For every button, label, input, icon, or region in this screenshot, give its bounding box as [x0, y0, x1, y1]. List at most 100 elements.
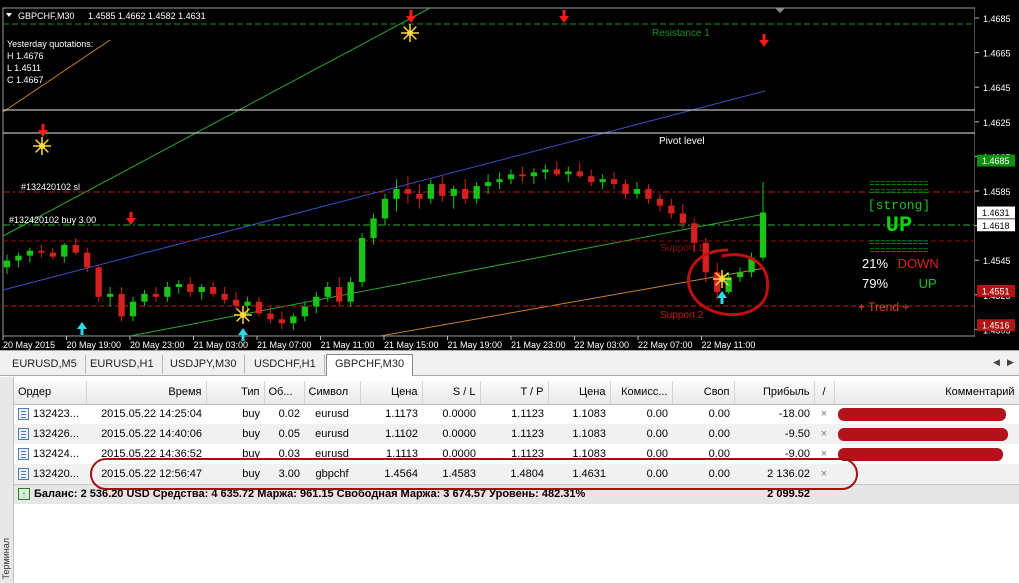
price-axis-label: 1.4585	[983, 187, 1011, 197]
col-time[interactable]: Время	[86, 381, 207, 405]
sell-arrow-icon-stem	[762, 34, 766, 41]
signal-dots-top-2: ===========	[869, 187, 929, 197]
col-volume[interactable]: Об...	[264, 381, 305, 405]
terminal-panel: Терминал Ордер Время Тип Об... Символ Це…	[0, 377, 1019, 583]
order-commission: 0.00	[610, 464, 672, 484]
close-order-icon[interactable]: ×	[821, 468, 827, 480]
time-axis-label: 20 May 2015	[3, 340, 55, 350]
order-icon	[18, 467, 29, 480]
candle-body	[72, 244, 79, 253]
col-profit[interactable]: Прибыль	[734, 381, 815, 405]
candle-body	[49, 252, 56, 257]
signal-panel: =========== =========== [strong] UP ====…	[856, 180, 942, 256]
order-tp: 1.1123	[480, 404, 548, 424]
candle-body	[668, 205, 675, 214]
time-axis-label: 21 May 19:00	[448, 340, 503, 350]
tab-gbpchf-m30[interactable]: GBPCHF,M30	[326, 354, 414, 376]
order-time: 2015.05.22 12:56:47	[86, 464, 206, 484]
close-order-icon[interactable]: ×	[821, 408, 827, 420]
table-row[interactable]: 132424... 2015.05.22 14:36:52 buy 0.03 e…	[14, 444, 1019, 464]
order-commission: 0.00	[610, 444, 672, 464]
pivot-label: Pivot level	[659, 136, 705, 147]
sell-arrow-icon-stem	[41, 124, 45, 131]
col-symbol[interactable]: Символ	[304, 381, 361, 405]
tabs-scroll-right-icon[interactable]: ▶	[1007, 357, 1014, 368]
order-id: 132426...	[33, 427, 79, 440]
col-cur-price[interactable]: Цена	[548, 381, 611, 405]
candle-body	[244, 301, 251, 306]
order-id: 132424...	[33, 447, 79, 460]
candle-body	[656, 198, 664, 206]
table-row[interactable]: 132423... 2015.05.22 14:25:04 buy 0.02 e…	[14, 404, 1019, 424]
table-row[interactable]: 132426... 2015.05.22 14:40:06 buy 0.05 e…	[14, 424, 1019, 444]
order-sl: 0.0000	[422, 404, 480, 424]
redacted-comment	[838, 447, 1003, 461]
col-tp[interactable]: T / P	[480, 381, 549, 405]
price-axis-label: 1.4545	[983, 256, 1011, 266]
candle-body	[347, 282, 354, 302]
order-symbol: eurusd	[304, 444, 360, 464]
candle-body	[496, 179, 503, 183]
candle-body	[26, 250, 34, 256]
col-type[interactable]: Тип	[206, 381, 265, 405]
col-sep: /	[814, 381, 835, 405]
candle-body	[61, 244, 68, 257]
order-swap: 0.00	[672, 464, 734, 484]
order-price: 1.1173	[360, 404, 422, 424]
candle-body	[95, 267, 102, 297]
candle-body	[759, 212, 767, 258]
order-comment	[834, 464, 1019, 484]
sell-arrow-icon	[759, 40, 769, 47]
close-order-icon[interactable]: ×	[821, 428, 827, 440]
order-type: buy	[206, 464, 264, 484]
col-order[interactable]: Ордер	[14, 381, 87, 405]
close-order-icon[interactable]: ×	[821, 448, 827, 460]
chart-canvas[interactable]: Resistance 1 Pivot level Support 1 Support …	[0, 0, 1019, 350]
order-profit: -9.50	[734, 424, 814, 444]
candle-body	[576, 171, 583, 177]
redacted-comment	[838, 407, 1006, 421]
tab-eurusd-h1[interactable]: EURUSD,H1	[82, 355, 163, 374]
order-profit: -18.00	[734, 404, 814, 424]
candle-body	[599, 179, 606, 183]
candle-body	[221, 293, 228, 300]
candle-body	[141, 293, 148, 302]
candle-body	[129, 301, 137, 317]
buy-arrow-icon	[77, 322, 87, 329]
tab-usdjpy-m30[interactable]: USDJPY,M30	[162, 355, 246, 374]
candle-body	[519, 174, 526, 177]
order-icon	[18, 428, 29, 441]
tab-usdchf-h1[interactable]: USDCHF,H1	[246, 355, 325, 374]
order-swap: 0.00	[672, 404, 734, 424]
buy-order-label: #132420102 buy 3.00	[9, 215, 96, 225]
table-row[interactable]: 132420... 2015.05.22 12:56:47 buy 3.00 g…	[14, 464, 1019, 484]
table-header-row: Ордер Время Тип Об... Символ Цена S / L …	[14, 381, 1019, 405]
candle-body	[198, 287, 205, 292]
chart-menu-icon	[6, 13, 12, 17]
signal-star-icon-core	[719, 276, 725, 282]
candle-body	[358, 238, 366, 283]
tabs-scroll-left-icon[interactable]: ◀	[993, 357, 1000, 368]
order-cur-price: 1.1083	[548, 424, 610, 444]
price-chart[interactable]: Resistance 1 Pivot level Support 1 Support …	[0, 0, 1019, 350]
sell-arrow-icon-stem	[129, 212, 133, 219]
col-sl[interactable]: S / L	[422, 381, 481, 405]
candle-body	[336, 287, 343, 302]
order-type: buy	[206, 424, 264, 444]
col-comment[interactable]: Комментарий	[834, 381, 1019, 405]
col-price[interactable]: Цена	[360, 381, 423, 405]
chart-symbol-title: GBPCHF,M30	[18, 11, 75, 21]
order-profit: -9.00	[734, 444, 814, 464]
col-commission[interactable]: Комисс...	[610, 381, 673, 405]
tab-eurusd-m5[interactable]: EURUSD,M5	[4, 355, 86, 374]
candle-body	[416, 193, 423, 199]
chart-tabs-bar: EURUSD,M5 EURUSD,H1 USDJPY,M30 USDCHF,H1…	[0, 350, 1019, 376]
plot-frame	[2, 7, 976, 337]
terminal-side-bar[interactable]: Терминал	[0, 377, 14, 583]
price-tag-label: 1.4685	[982, 156, 1010, 166]
info-low: L 1.4511	[7, 63, 42, 73]
candle-body	[278, 319, 286, 324]
col-swap[interactable]: Своп	[672, 381, 735, 405]
time-axis-label: 21 May 11:00	[321, 340, 375, 350]
candle-body	[691, 223, 698, 243]
